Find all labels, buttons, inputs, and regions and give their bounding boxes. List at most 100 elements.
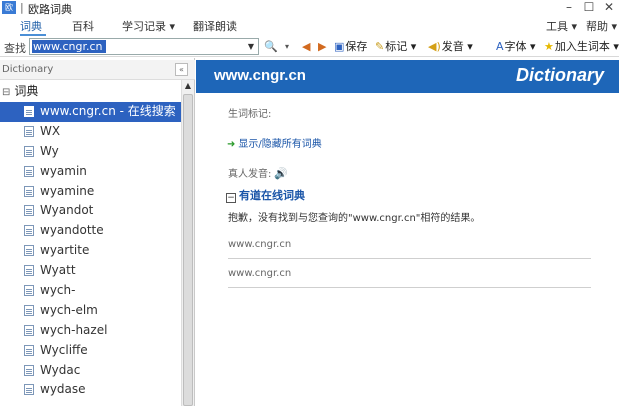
tools-menu[interactable]: 工具 ▾	[546, 18, 577, 36]
list-item-label: wyandotte	[40, 223, 104, 238]
tab-study-records[interactable]: 学习记录 ▾	[122, 18, 175, 36]
list-item-label: WX	[40, 123, 61, 138]
list-item[interactable]: Wydac	[0, 361, 181, 381]
list-item-label: wydase	[40, 382, 86, 397]
list-item[interactable]: Wy	[0, 142, 181, 162]
list-item[interactable]: Wyatt	[0, 261, 181, 281]
banner-title: www.cngr.cn	[214, 67, 306, 84]
dictionary-banner: www.cngr.cn Dictionary	[196, 60, 619, 93]
list-item-label: Wycliffe	[40, 342, 88, 357]
document-icon	[24, 145, 34, 157]
list-item[interactable]: Wyandot	[0, 201, 181, 221]
toggle-dictionaries-label[interactable]: 显示/隐藏所有词典	[238, 139, 321, 150]
list-item[interactable]: wych-hazel	[0, 321, 181, 341]
list-item-label: Wydac	[40, 362, 81, 377]
list-item-label: www.cngr.cn - 在线搜索	[40, 104, 176, 118]
add-wordbook-label: 加入生词本 ▾	[554, 40, 619, 53]
help-menu[interactable]: 帮助 ▾	[586, 18, 617, 36]
real-voice-label: 真人发音:	[228, 169, 272, 180]
list-item-label: Wy	[40, 143, 59, 158]
document-icon	[24, 364, 34, 376]
search-box[interactable]: ▼	[29, 38, 259, 55]
star-icon: ★	[544, 40, 554, 53]
toggle-dictionaries-link[interactable]: ➜ 显示/隐藏所有词典	[227, 135, 322, 150]
list-item[interactable]: wyamin	[0, 162, 181, 182]
document-icon	[24, 106, 34, 117]
document-icon	[24, 125, 34, 137]
tab-translate-read[interactable]: 翻译朗读	[193, 18, 237, 36]
word-list: www.cngr.cn - 在线搜索 WX Wy wyamin wyamine …	[0, 102, 181, 400]
definition-panel: www.cngr.cn Dictionary 生词标记: ➜ 显示/隐藏所有词典 …	[196, 58, 619, 406]
list-item[interactable]: WX	[0, 122, 181, 142]
divider	[228, 287, 591, 288]
document-icon	[24, 344, 34, 356]
no-result-message: 抱歉，没有找到与您查询的"www.cngr.cn"相符的结果。	[228, 213, 481, 224]
list-item-label: wych-elm	[40, 302, 98, 317]
tab-dictionary[interactable]: 词典	[20, 18, 46, 36]
list-scrollbar[interactable]: ▲	[181, 80, 194, 406]
scroll-up-icon[interactable]: ▲	[182, 80, 194, 92]
list-item[interactable]: wych-	[0, 281, 181, 301]
search-options-arrow-icon[interactable]: ▾	[285, 39, 289, 55]
word-mark-label: 生词标记:	[228, 109, 272, 120]
mark-button[interactable]: ✎标记 ▾	[375, 39, 416, 55]
search-input[interactable]	[32, 40, 106, 53]
app-icon: 欧	[2, 1, 16, 14]
list-item[interactable]: wyartite	[0, 241, 181, 261]
list-item-label: Wyandot	[40, 203, 94, 218]
mark-label: 标记 ▾	[385, 40, 417, 53]
save-label: 保存	[345, 40, 368, 53]
list-item[interactable]: wych-elm	[0, 301, 181, 321]
list-item[interactable]: wyamine	[0, 182, 181, 202]
collapse-section-icon[interactable]: −	[226, 193, 236, 203]
forward-icon[interactable]: ▶	[318, 39, 326, 55]
pronounce-button[interactable]: ◀)发音 ▾	[428, 39, 473, 55]
document-icon	[24, 384, 34, 396]
search-dropdown-icon[interactable]: ▼	[245, 40, 257, 53]
tree-root-label: 词典	[14, 84, 39, 98]
banner-brand: Dictionary	[515, 65, 604, 85]
collapse-tree-icon[interactable]: ⊟	[2, 87, 10, 98]
tree-root[interactable]: ⊟ 词典	[2, 82, 38, 99]
document-icon	[24, 185, 34, 197]
youdao-section-header[interactable]: − 有道在线词典	[226, 187, 305, 203]
list-item[interactable]: Wycliffe	[0, 341, 181, 361]
document-icon	[24, 285, 34, 297]
list-item[interactable]: wydase	[0, 380, 181, 400]
document-icon	[24, 245, 34, 257]
font-icon: A	[496, 40, 504, 53]
result-url-2: www.cngr.cn	[228, 268, 292, 279]
speaker-icon: ◀)	[428, 40, 441, 53]
list-item-label: wyamine	[40, 183, 95, 198]
pronounce-label: 发音 ▾	[441, 40, 473, 53]
divider	[228, 258, 591, 259]
close-button[interactable]: ✕	[600, 0, 618, 14]
list-item-label: wych-	[40, 283, 76, 298]
result-url-1: www.cngr.cn	[228, 239, 292, 250]
collapse-panel-icon[interactable]: «	[175, 63, 188, 76]
title-separator: |	[20, 1, 24, 14]
tab-encyclopedia[interactable]: 百科	[72, 18, 94, 36]
back-icon[interactable]: ◀	[302, 39, 310, 55]
panel-title: Dictionary	[2, 64, 54, 75]
minimize-button[interactable]: –	[560, 0, 578, 14]
real-voice-row: 真人发音: 🔊	[228, 165, 288, 180]
scroll-thumb[interactable]	[183, 94, 193, 406]
search-icon[interactable]: 🔍	[264, 39, 278, 55]
title-bar: 欧 | 欧路词典 – ☐ ✕	[0, 0, 619, 16]
speaker-icon[interactable]: 🔊	[274, 167, 288, 180]
font-button[interactable]: A字体 ▾	[496, 39, 536, 55]
font-label: 字体 ▾	[504, 40, 536, 53]
toolbar: 查找 ▼ 🔍 ▾ ◀ ▶ ▣保存 ✎标记 ▾ ◀)发音 ▾ A字体 ▾ ★加入生…	[0, 37, 619, 57]
document-icon	[24, 205, 34, 217]
document-icon	[24, 225, 34, 237]
document-icon	[24, 165, 34, 177]
arrow-right-icon: ➜	[227, 139, 236, 150]
list-item[interactable]: wyandotte	[0, 221, 181, 241]
list-item-label: wyamin	[40, 163, 87, 178]
add-wordbook-button[interactable]: ★加入生词本 ▾	[544, 39, 619, 55]
maximize-button[interactable]: ☐	[580, 0, 598, 14]
list-item[interactable]: www.cngr.cn - 在线搜索	[0, 102, 181, 122]
list-item-label: wyartite	[40, 243, 90, 258]
save-button[interactable]: ▣保存	[334, 39, 367, 55]
